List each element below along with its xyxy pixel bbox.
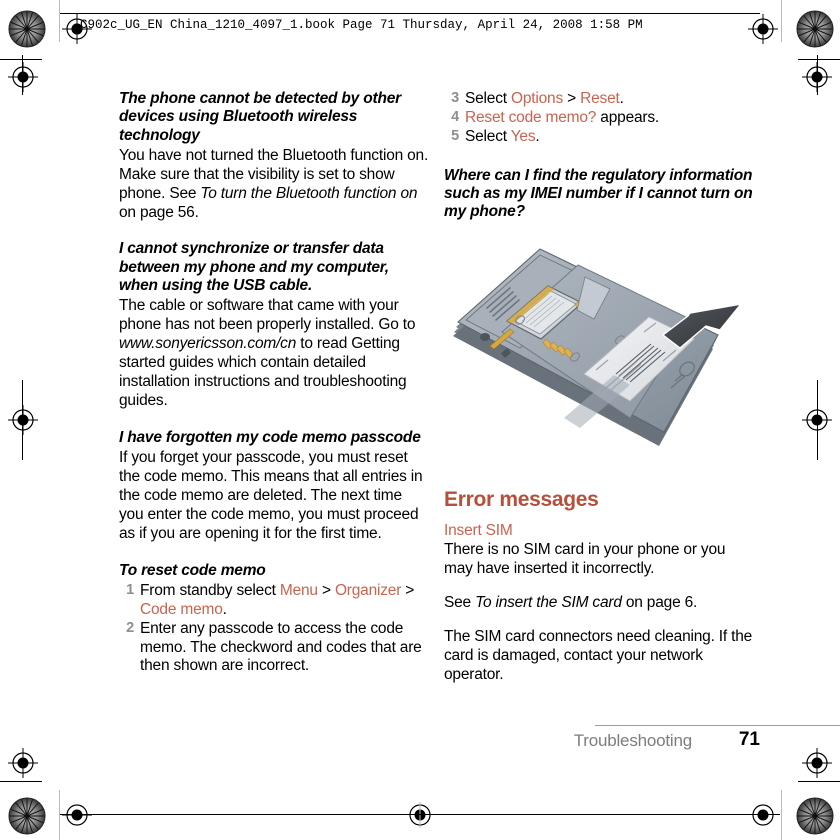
star-target-mark-top-right xyxy=(796,10,834,48)
registration-mark-bottom-right xyxy=(748,800,778,830)
crop-line-inner-top-left xyxy=(0,59,42,60)
section-heading-error-messages: Error messages xyxy=(444,488,599,511)
menu-link-reset-code-memo-prompt[interactable]: Reset code memo? xyxy=(465,109,596,126)
text-run: > xyxy=(317,581,335,599)
page-footer: Troubleshooting 71 xyxy=(119,725,840,759)
step-number: 2 xyxy=(126,619,134,636)
menu-link-reset[interactable]: Reset xyxy=(580,90,620,107)
text-run: Select xyxy=(465,127,511,145)
paragraph-insert-sim-2: See To insert the SIM card on page 6. xyxy=(444,594,756,613)
subheading-regulatory-information: Where can I find the regulatory informat… xyxy=(444,166,753,221)
crop-line-mid-left xyxy=(22,380,23,460)
star-target-mark-bottom-left xyxy=(8,797,46,835)
crop-line-inner-bottom-left xyxy=(0,781,42,782)
menu-link-menu[interactable]: Menu xyxy=(280,582,318,599)
registration-mark-bottom-center xyxy=(405,800,435,830)
crop-line-mid-right xyxy=(817,380,818,460)
error-name-insert-sim: Insert SIM xyxy=(444,522,513,539)
registration-mark-inner-bottom-left xyxy=(8,748,38,778)
paragraph-forgotten-passcode: If you forget your passcode, you must re… xyxy=(119,449,423,542)
text-run: The cable or software that came with you… xyxy=(119,297,416,334)
right-column: 3 Select Options > Reset. 4 Reset code mem… xyxy=(444,90,754,224)
footer-page-number: 71 xyxy=(738,729,760,750)
procedure-steps-left: 1 From standby select Menu > Organizer > … xyxy=(119,582,429,677)
star-target-mark-top-left xyxy=(8,10,46,48)
crop-line-bottom-right-v xyxy=(781,790,782,840)
subheading-to-reset-code-memo: To reset code memo xyxy=(119,561,266,579)
registration-mark-inner-bottom-right xyxy=(802,748,832,778)
menu-link-organizer[interactable]: Organizer xyxy=(335,582,401,599)
list-item: 3 Select Options > Reset. xyxy=(444,90,754,109)
paragraph-usb-sync: The cable or software that came with you… xyxy=(119,297,429,410)
text-run: Select xyxy=(465,90,511,107)
list-item: 1 From standby select Menu > Organizer > … xyxy=(119,582,429,620)
list-item: 2 Enter any passcode to access the code m… xyxy=(119,620,429,677)
subheading-forgotten-passcode: I have forgotten my code memo passcode xyxy=(119,428,421,446)
text-run: From standby select xyxy=(140,581,280,599)
step-number: 5 xyxy=(451,127,459,144)
text-run: . xyxy=(619,90,624,107)
registration-mark-bottom-left xyxy=(62,800,92,830)
left-column: The phone cannot be detected by other de… xyxy=(119,90,429,676)
header-file-info: C902c_UG_EN China_1210_4097_1.book Page … xyxy=(80,18,643,32)
text-run: > xyxy=(401,581,415,599)
step-number: 4 xyxy=(451,108,459,125)
text-run: . xyxy=(535,127,540,145)
crop-line-inner-top-right-v xyxy=(817,55,818,95)
menu-link-options[interactable]: Options xyxy=(511,90,563,107)
registration-mark-inner-top-left xyxy=(8,62,38,92)
subheading-usb-sync: I cannot synchronize or transfer data be… xyxy=(119,240,389,295)
subheading-bluetooth-detection: The phone cannot be detected by other de… xyxy=(119,90,401,144)
text-run: on page 56. xyxy=(119,203,199,221)
crop-line-inner-top-right xyxy=(798,59,840,60)
crop-line-inner-bottom-right xyxy=(798,781,840,782)
text-run: > xyxy=(563,90,581,107)
paragraph-bluetooth-detection: You have not turned the Bluetooth functi… xyxy=(119,147,429,223)
procedure-steps-right: 3 Select Options > Reset. 4 Reset code mem… xyxy=(444,90,754,147)
paragraph-insert-sim-3: The SIM card connectors need cleaning. I… xyxy=(444,627,753,683)
registration-mark-mid-left xyxy=(8,405,38,435)
text-run: See xyxy=(444,593,476,611)
crop-line-bottom-left-v xyxy=(59,790,60,840)
list-item: 5 Select Yes. xyxy=(444,128,754,147)
phone-illustration xyxy=(444,222,754,477)
text-run: on page 6. xyxy=(621,593,698,611)
registration-mark-top-right xyxy=(748,14,778,44)
error-messages-block: Error messages Insert SIM There is no SI… xyxy=(444,488,756,684)
document-page: C902c_UG_EN China_1210_4097_1.book Page … xyxy=(0,0,840,840)
paragraph-insert-sim-1: There is no SIM card in your phone or yo… xyxy=(444,541,726,577)
step-number: 1 xyxy=(126,581,134,598)
crop-line-inner-top-left-v xyxy=(22,55,23,95)
crop-line-top-right-vertical xyxy=(781,0,782,42)
step-number: 3 xyxy=(451,90,459,106)
menu-link-code-memo[interactable]: Code memo xyxy=(140,601,223,618)
menu-link-yes[interactable]: Yes xyxy=(511,128,536,145)
text-run: appears. xyxy=(596,108,660,126)
cross-reference-italic: To insert the SIM card xyxy=(475,593,622,611)
footer-chapter-name: Troubleshooting xyxy=(573,731,692,750)
star-target-mark-bottom-right xyxy=(796,797,834,835)
footer-rule xyxy=(595,725,840,726)
crop-line-bottom-center xyxy=(60,814,780,815)
list-item: 4 Reset code memo? appears. xyxy=(444,109,754,128)
text-run: Enter any passcode to access the code me… xyxy=(140,619,422,675)
crop-line-top-left-vertical xyxy=(59,0,60,42)
text-run: . xyxy=(222,600,227,618)
cross-reference-italic: To turn the Bluetooth function on xyxy=(200,184,418,202)
header-rule xyxy=(60,13,760,14)
website-url-italic: www.sonyericsson.com/cn xyxy=(119,335,297,353)
